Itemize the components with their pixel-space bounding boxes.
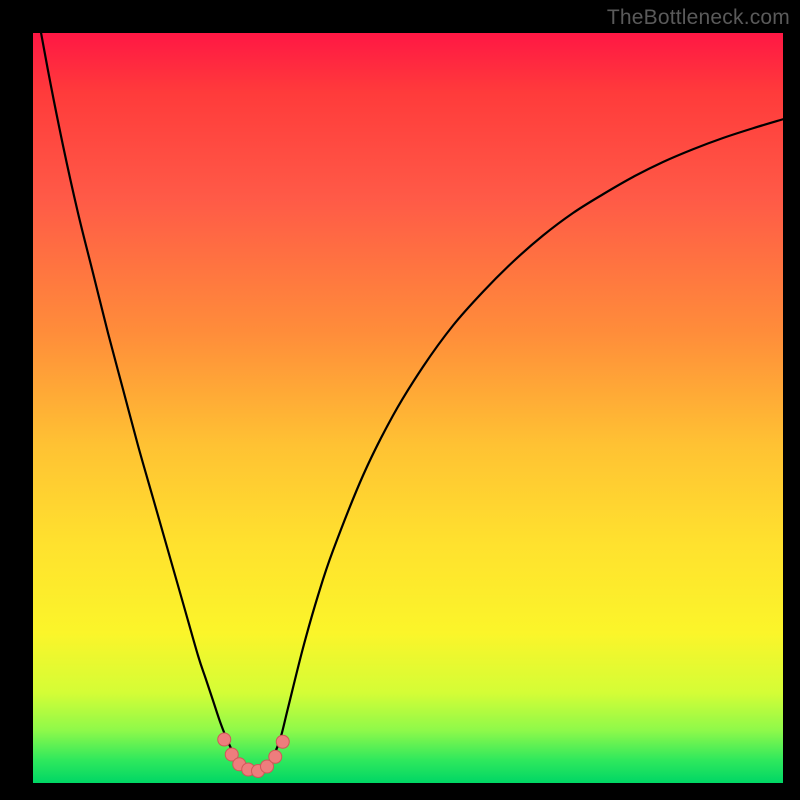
watermark-text: TheBottleneck.com [607, 6, 790, 30]
trough-marker [218, 733, 231, 746]
bottleneck-curve-svg [33, 33, 783, 783]
trough-marker [276, 735, 289, 748]
chart-frame: TheBottleneck.com [0, 0, 800, 800]
trough-markers [218, 733, 290, 778]
plot-area [33, 33, 783, 783]
bottleneck-curve [33, 0, 783, 772]
trough-marker [269, 750, 282, 763]
